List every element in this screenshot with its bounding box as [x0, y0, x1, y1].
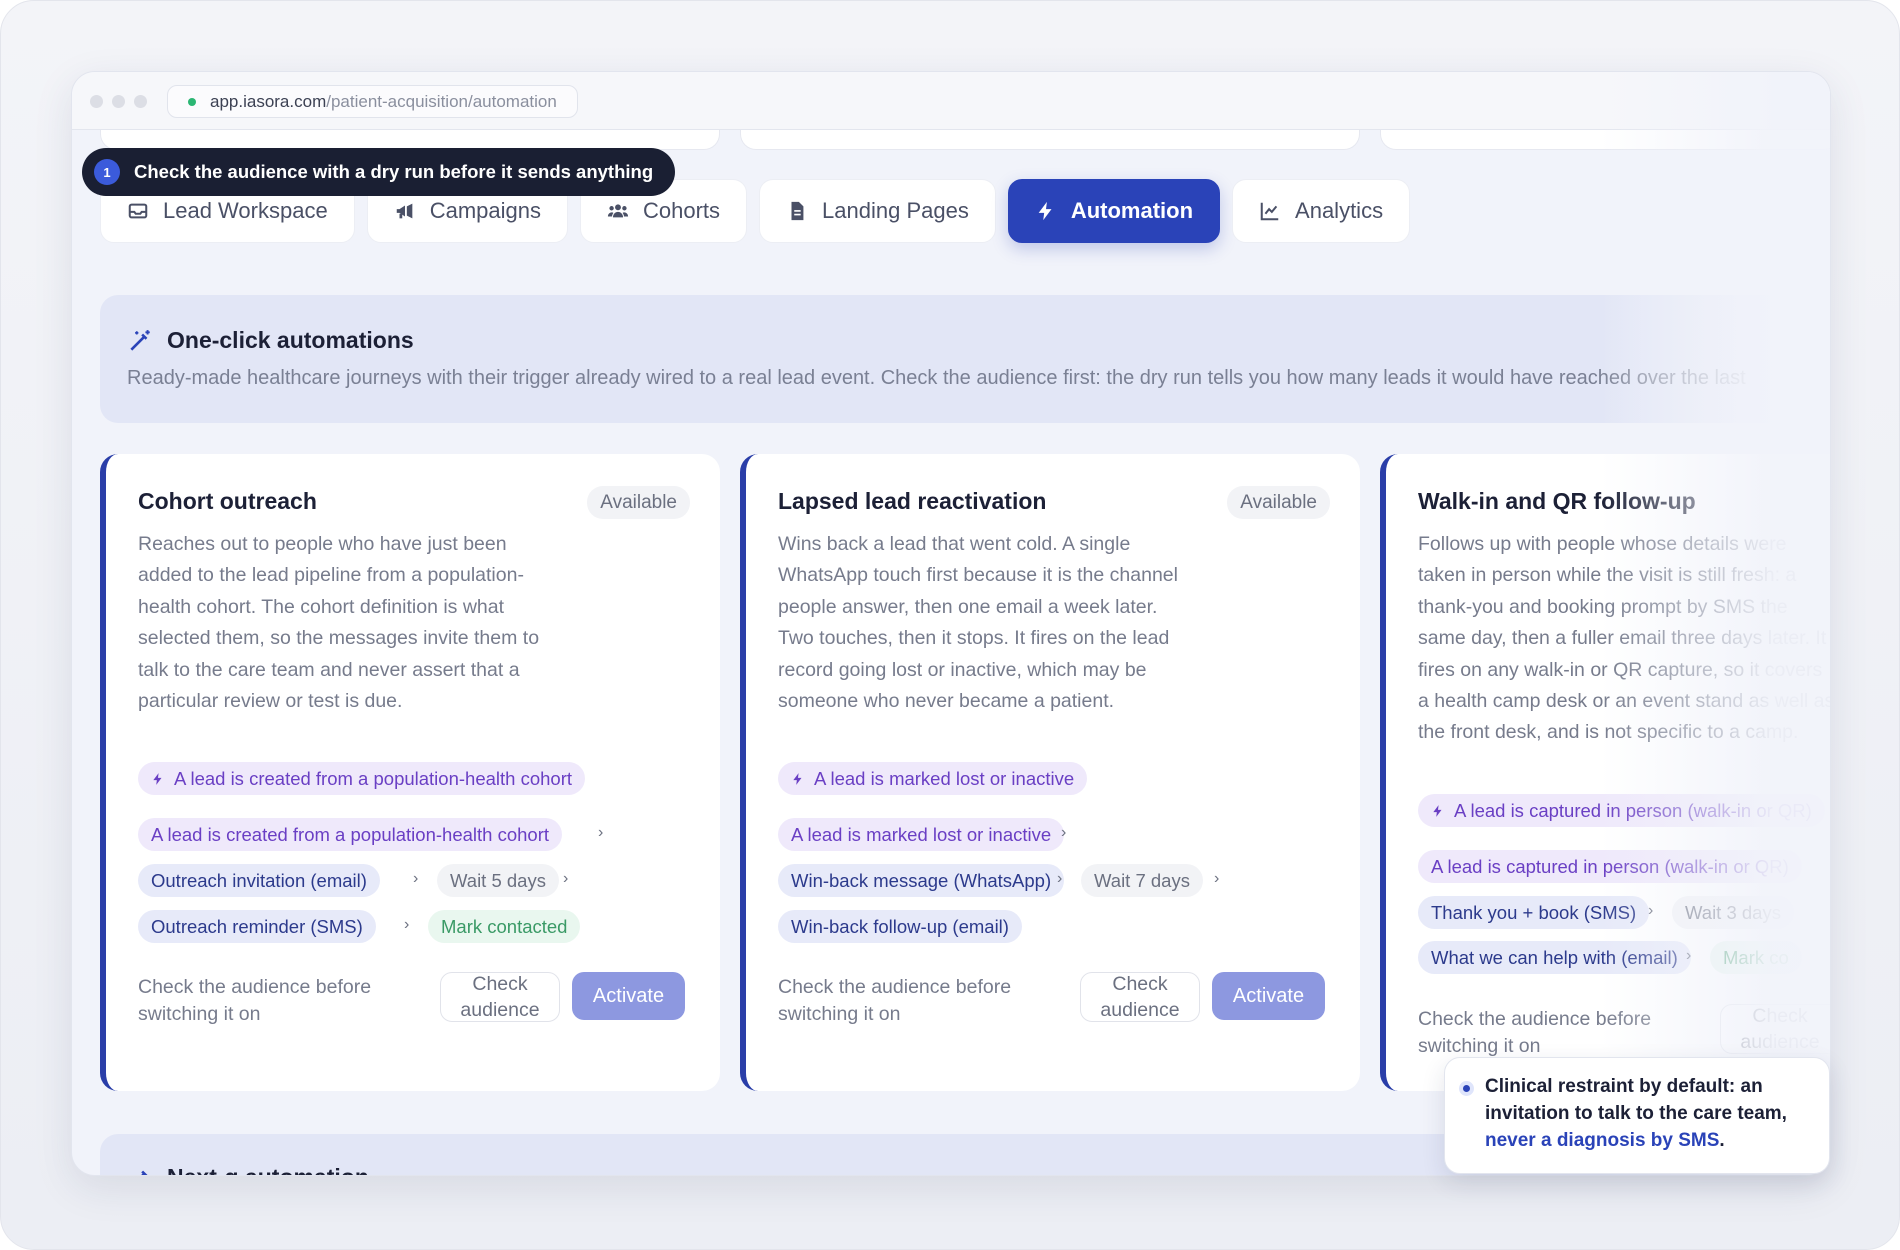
callout-text-part: Clinical restraint by default: an invita…	[1485, 1076, 1787, 1124]
card-title: Walk-in and QR follow-up	[1418, 488, 1696, 514]
window-control-dot[interactable]	[134, 95, 147, 108]
chip-label: A lead is captured in person (walk-in or…	[1454, 799, 1812, 821]
ghost-card	[740, 130, 1360, 150]
banner-subtitle: Ready-made healthcare journeys with thei…	[127, 367, 1746, 389]
one-click-banner: One-click automations Ready-made healthc…	[100, 295, 1830, 423]
trigger-chip: A lead is captured in person (walk-in or…	[1418, 794, 1825, 827]
fade-overlay	[1600, 295, 1830, 423]
chevron-right-icon: ›	[598, 824, 604, 841]
chart-line-icon	[1260, 202, 1279, 221]
activate-button[interactable]: Activate	[1212, 972, 1325, 1020]
status-badge: Available	[587, 486, 690, 519]
inbox-icon	[128, 203, 148, 219]
ghost-card	[1380, 130, 1830, 150]
callout-text-part: .	[1719, 1130, 1725, 1151]
tab-automation[interactable]: Automation	[1007, 179, 1221, 243]
tooltip-text: Check the audience with a dry run before…	[134, 161, 654, 182]
chevron-right-icon: ›	[404, 916, 410, 933]
status-badge: Available	[1227, 486, 1330, 519]
flow-trigger-chip[interactable]: A lead is marked lost or inactive	[778, 818, 1065, 851]
check-audience-button[interactable]: Check audience	[1080, 972, 1200, 1022]
card-title: Cohort outreach	[138, 488, 317, 514]
tab-label: Landing Pages	[822, 198, 969, 223]
url-path: /patient-acquisition/automation	[326, 91, 557, 111]
onboarding-tooltip: 1 Check the audience with a dry run befo…	[82, 148, 676, 196]
tab-label: Cohorts	[642, 198, 721, 223]
check-note: Check the audience before switching it o…	[778, 976, 1012, 1025]
ghost-card	[100, 130, 720, 150]
check-note: Check the audience before switching it o…	[1418, 1008, 1652, 1057]
flow-step-chip[interactable]: Thank you + book (SMS)	[1418, 896, 1650, 929]
chip-label: A lead is created from a population-heal…	[174, 767, 572, 789]
tab-label: Lead Workspace	[163, 198, 328, 223]
bolt-icon	[1433, 804, 1442, 817]
step-number-badge: 1	[94, 159, 120, 185]
chevron-right-icon: ›	[1057, 870, 1063, 887]
browser-titlebar: app.iasora.com/patient-acquisition/autom…	[72, 72, 1830, 130]
file-icon	[791, 201, 804, 221]
tab-label: Analytics	[1295, 198, 1384, 223]
automation-card-lapsed-lead: Lapsed lead reactivation Available Wins …	[740, 454, 1360, 1091]
section-heading: Next-g automation	[127, 1164, 369, 1175]
tab-label: Campaigns	[429, 198, 541, 223]
wait-chip[interactable]: Wait 5 days	[437, 864, 559, 897]
info-callout: Clinical restraint by default: an invita…	[1444, 1057, 1830, 1174]
check-note: Check the audience before switching it o…	[138, 976, 372, 1025]
magic-wand-icon	[130, 329, 150, 351]
window-control-dot[interactable]	[90, 95, 103, 108]
chevron-right-icon: ›	[1648, 902, 1654, 919]
flow-trigger-chip[interactable]: A lead is captured in person (walk-in or…	[1418, 850, 1802, 883]
flow-trigger-chip[interactable]: A lead is created from a population-heal…	[138, 818, 562, 851]
flow-step-chip[interactable]: Outreach reminder (SMS)	[138, 910, 376, 943]
tab-label: Automation	[1070, 198, 1194, 223]
card-description: Follows up with people whose details wer…	[1418, 533, 1831, 744]
window-control-dot[interactable]	[112, 95, 125, 108]
activate-button[interactable]: Activate	[572, 972, 685, 1020]
bolt-icon	[153, 772, 162, 785]
flow-step-chip[interactable]: Outreach invitation (email)	[138, 864, 380, 897]
wait-chip[interactable]: Wait 3 days	[1672, 896, 1794, 929]
final-action-chip[interactable]: Mark co	[1710, 941, 1802, 974]
card-description: Wins back a lead that went cold. A singl…	[778, 533, 1178, 713]
bullet-dot-icon	[1459, 1081, 1474, 1096]
card-title: Lapsed lead reactivation	[778, 488, 1047, 514]
flow-step-chip[interactable]: Win-back message (WhatsApp)	[778, 864, 1065, 897]
flow-step-chip[interactable]: Win-back follow-up (email)	[778, 910, 1022, 943]
trigger-chip: A lead is marked lost or inactive	[778, 762, 1088, 795]
callout-text: Clinical restraint by default: an invita…	[1485, 1073, 1815, 1154]
magic-wand-icon	[140, 1170, 148, 1175]
secure-dot-icon	[188, 97, 196, 106]
check-audience-button[interactable]: Check audience	[1720, 1004, 1830, 1054]
automation-card-cohort-outreach: Cohort outreach Available Reaches out to…	[100, 454, 720, 1091]
banner-heading: One-click automations	[127, 327, 414, 354]
card-description: Reaches out to people who have just been…	[138, 533, 540, 713]
bolt-icon	[1038, 201, 1052, 221]
chevron-right-icon: ›	[1214, 870, 1220, 887]
bolt-icon	[793, 772, 802, 785]
chevron-right-icon: ›	[1061, 824, 1067, 841]
chip-label: A lead is marked lost or inactive	[814, 767, 1075, 789]
megaphone-icon	[396, 203, 413, 219]
chevron-right-icon: ›	[413, 870, 419, 887]
callout-highlight: never a diagnosis by SMS	[1485, 1130, 1720, 1151]
page-background: app.iasora.com/patient-acquisition/autom…	[0, 0, 1900, 1250]
tab-analytics[interactable]: Analytics	[1232, 179, 1411, 243]
url-host: app.iasora.com	[210, 91, 327, 111]
users-icon	[607, 204, 629, 218]
wait-chip[interactable]: Wait 7 days	[1081, 864, 1203, 897]
address-bar[interactable]: app.iasora.com/patient-acquisition/autom…	[167, 85, 578, 118]
chevron-right-icon: ›	[563, 870, 569, 887]
section-title: Next-g automation	[167, 1164, 369, 1175]
chevron-right-icon: ›	[1686, 947, 1692, 964]
browser-window: app.iasora.com/patient-acquisition/autom…	[71, 71, 1831, 1176]
trigger-chip: A lead is created from a population-heal…	[138, 762, 585, 795]
flow-step-chip[interactable]: What we can help with (email)	[1418, 941, 1691, 974]
final-action-chip[interactable]: Mark contacted	[428, 910, 581, 943]
banner-title: One-click automations	[167, 327, 414, 353]
tab-landing-pages[interactable]: Landing Pages	[759, 179, 996, 243]
check-audience-button[interactable]: Check audience	[440, 972, 560, 1022]
automation-card-walk-in-qr: Walk-in and QR follow-up Follows up with…	[1380, 454, 1831, 1091]
